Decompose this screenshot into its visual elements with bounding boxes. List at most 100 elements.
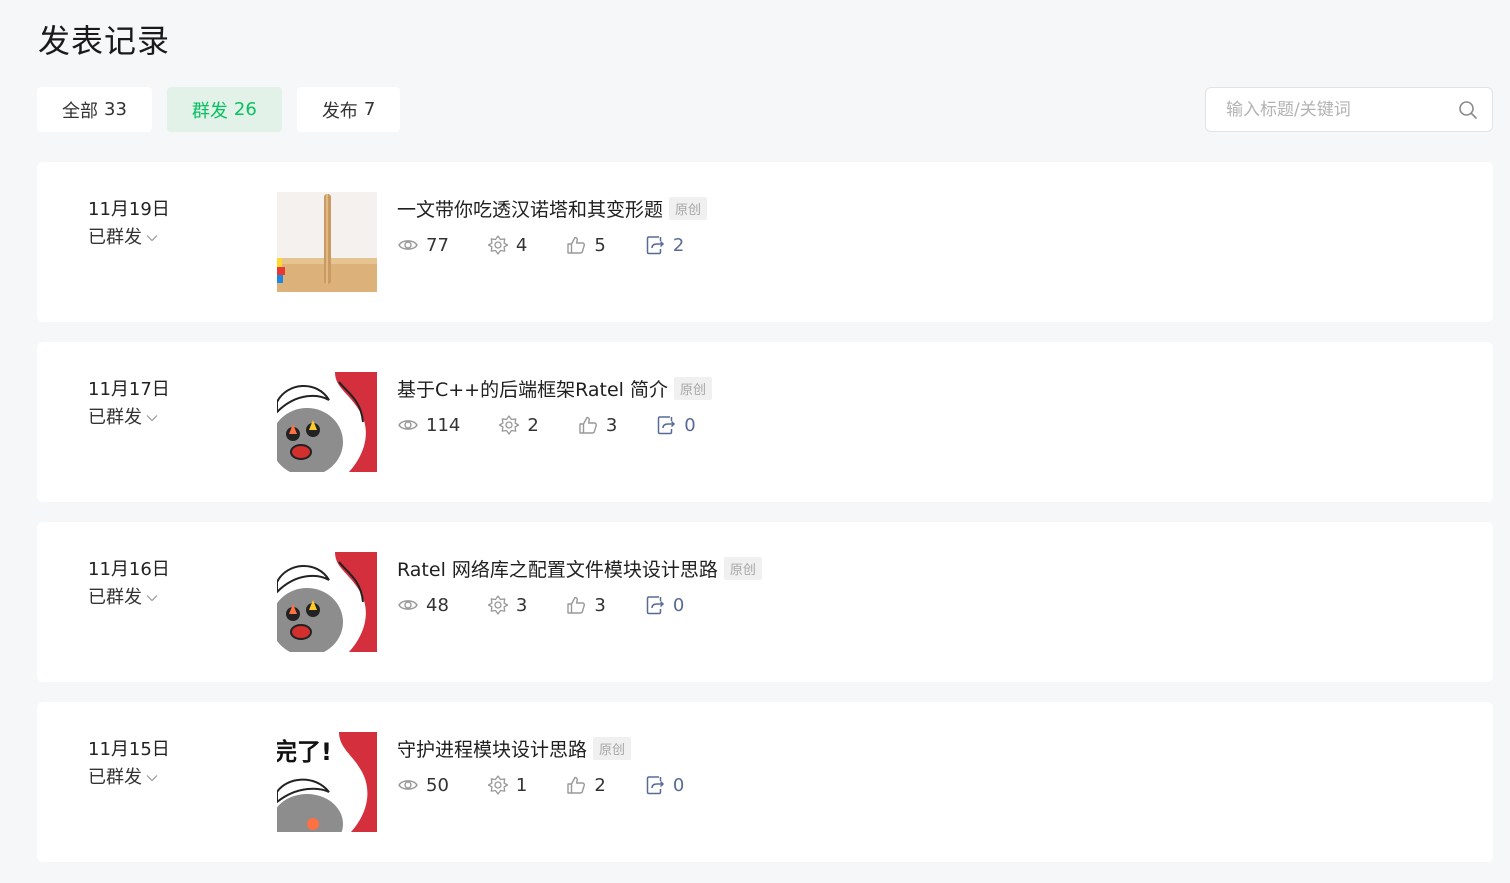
status-label: 已群发 bbox=[88, 587, 142, 608]
recommend-count: 1 bbox=[515, 774, 528, 796]
post-card[interactable]: 11月19日 已群发 一文带你吃透汉诺塔和其变形题 原创 77 4 5 2 bbox=[37, 162, 1493, 322]
thumbs-up-icon bbox=[567, 776, 586, 794]
recommend-count: 4 bbox=[515, 234, 528, 256]
recommend-stat: 4 bbox=[487, 234, 527, 256]
search-icon[interactable] bbox=[1458, 100, 1478, 120]
likes-stat: 3 bbox=[565, 594, 606, 616]
post-stats: 77 4 5 2 bbox=[397, 234, 722, 256]
shares-stat: 0 bbox=[644, 774, 684, 796]
eye-icon bbox=[398, 420, 418, 430]
post-card[interactable]: 11月16日 已群发 Ratel 网络库之配置文件模块设计思路 原创 48 3 … bbox=[37, 522, 1493, 682]
likes-count: 3 bbox=[605, 414, 618, 436]
post-card[interactable]: 11月15日 已群发 完了! 守护进程模块设计思路 原创 50 1 2 0 bbox=[37, 702, 1493, 862]
likes-stat: 3 bbox=[577, 414, 617, 436]
post-title[interactable]: Ratel 网络库之配置文件模块设计思路 bbox=[397, 555, 718, 582]
post-thumbnail[interactable] bbox=[277, 192, 377, 292]
tab-count: 26 bbox=[233, 99, 257, 120]
recommend-count: 2 bbox=[527, 414, 539, 436]
post-title[interactable]: 一文带你吃透汉诺塔和其变形题 bbox=[397, 195, 663, 222]
shares-stat: 2 bbox=[644, 234, 684, 256]
original-badge: 原创 bbox=[593, 737, 632, 760]
recommend-icon bbox=[487, 235, 509, 255]
views-stat: 77 bbox=[397, 234, 449, 256]
status-label: 已群发 bbox=[88, 407, 142, 428]
views-count: 114 bbox=[426, 414, 461, 436]
post-thumbnail[interactable] bbox=[277, 552, 377, 652]
share-icon bbox=[658, 416, 676, 435]
shares-count: 2 bbox=[672, 234, 685, 256]
post-status[interactable]: 已群发 bbox=[88, 583, 159, 609]
shares-count: 0 bbox=[672, 774, 685, 796]
status-label: 已群发 bbox=[88, 767, 142, 788]
likes-count: 5 bbox=[594, 234, 606, 256]
shares-count: 0 bbox=[672, 594, 685, 616]
post-thumbnail[interactable] bbox=[277, 372, 377, 472]
tab-publish[interactable]: 发布 7 bbox=[296, 87, 401, 132]
share-icon bbox=[646, 236, 664, 255]
recommend-icon bbox=[499, 415, 520, 435]
eye-icon bbox=[398, 240, 418, 250]
tab-label: 全部 bbox=[62, 100, 98, 122]
shares-count: 0 bbox=[684, 414, 696, 436]
views-stat: 48 bbox=[397, 594, 449, 616]
post-title[interactable]: 守护进程模块设计思路 bbox=[397, 735, 587, 762]
views-stat: 50 bbox=[397, 774, 449, 796]
angry-bear-image bbox=[277, 552, 377, 652]
post-status[interactable]: 已群发 bbox=[88, 403, 159, 429]
post-card[interactable]: 11月17日 已群发 基于C++的后端框架Ratel 简介 原创 114 2 3… bbox=[37, 342, 1493, 502]
share-icon bbox=[646, 776, 664, 795]
tab-count: 33 bbox=[104, 99, 127, 120]
likes-stat: 5 bbox=[565, 234, 606, 256]
eye-icon bbox=[398, 600, 418, 610]
original-badge: 原创 bbox=[723, 557, 762, 580]
post-date: 11月15日 bbox=[88, 739, 170, 760]
post-stats: 50 1 2 0 bbox=[397, 774, 722, 796]
post-stats: 48 3 3 0 bbox=[397, 594, 722, 616]
chevron-down-icon bbox=[146, 415, 158, 422]
shares-stat: 0 bbox=[644, 594, 684, 616]
views-stat: 114 bbox=[397, 414, 460, 436]
chevron-down-icon bbox=[146, 595, 158, 602]
views-count: 48 bbox=[426, 594, 449, 616]
tab-label: 发布 bbox=[321, 100, 358, 122]
post-date: 11月19日 bbox=[88, 199, 170, 220]
original-badge: 原创 bbox=[669, 197, 708, 220]
recommend-stat: 3 bbox=[487, 594, 527, 616]
hanoi-tower-image bbox=[277, 192, 377, 292]
likes-count: 3 bbox=[594, 594, 606, 616]
share-icon bbox=[646, 596, 664, 615]
page-title: 发表记录 bbox=[38, 22, 171, 60]
views-count: 50 bbox=[426, 774, 449, 796]
thumbs-up-icon bbox=[579, 416, 597, 434]
recommend-icon bbox=[487, 775, 509, 795]
thumb-caption: 完了! bbox=[277, 738, 332, 766]
tab-all[interactable]: 全部 33 bbox=[37, 87, 152, 132]
chevron-down-icon bbox=[146, 775, 158, 782]
views-count: 77 bbox=[426, 234, 449, 256]
status-label: 已群发 bbox=[88, 227, 142, 248]
angry-bear-image bbox=[277, 372, 377, 472]
recommend-stat: 2 bbox=[498, 414, 539, 436]
likes-count: 2 bbox=[594, 774, 606, 796]
angry-bear-image: 完了! bbox=[277, 732, 377, 832]
recommend-count: 3 bbox=[515, 594, 528, 616]
recommend-stat: 1 bbox=[487, 774, 527, 796]
post-stats: 114 2 3 0 bbox=[397, 414, 734, 436]
tab-mass-send[interactable]: 群发 26 bbox=[166, 87, 282, 132]
original-badge: 原创 bbox=[674, 377, 713, 400]
shares-stat: 0 bbox=[655, 414, 696, 436]
post-list: 11月19日 已群发 一文带你吃透汉诺塔和其变形题 原创 77 4 5 2 11… bbox=[37, 162, 1493, 882]
post-thumbnail[interactable]: 完了! bbox=[277, 732, 377, 832]
post-date: 11月17日 bbox=[88, 379, 170, 400]
post-title[interactable]: 基于C++的后端框架Ratel 简介 bbox=[397, 375, 668, 402]
chevron-down-icon bbox=[146, 235, 158, 242]
tab-label: 群发 bbox=[191, 100, 228, 122]
search-input[interactable] bbox=[1226, 99, 1458, 120]
post-status[interactable]: 已群发 bbox=[88, 763, 159, 789]
search-box bbox=[1205, 87, 1493, 132]
post-status[interactable]: 已群发 bbox=[88, 223, 159, 249]
thumbs-up-icon bbox=[567, 596, 586, 614]
likes-stat: 2 bbox=[565, 774, 606, 796]
recommend-icon bbox=[487, 595, 509, 615]
thumbs-up-icon bbox=[567, 236, 586, 254]
